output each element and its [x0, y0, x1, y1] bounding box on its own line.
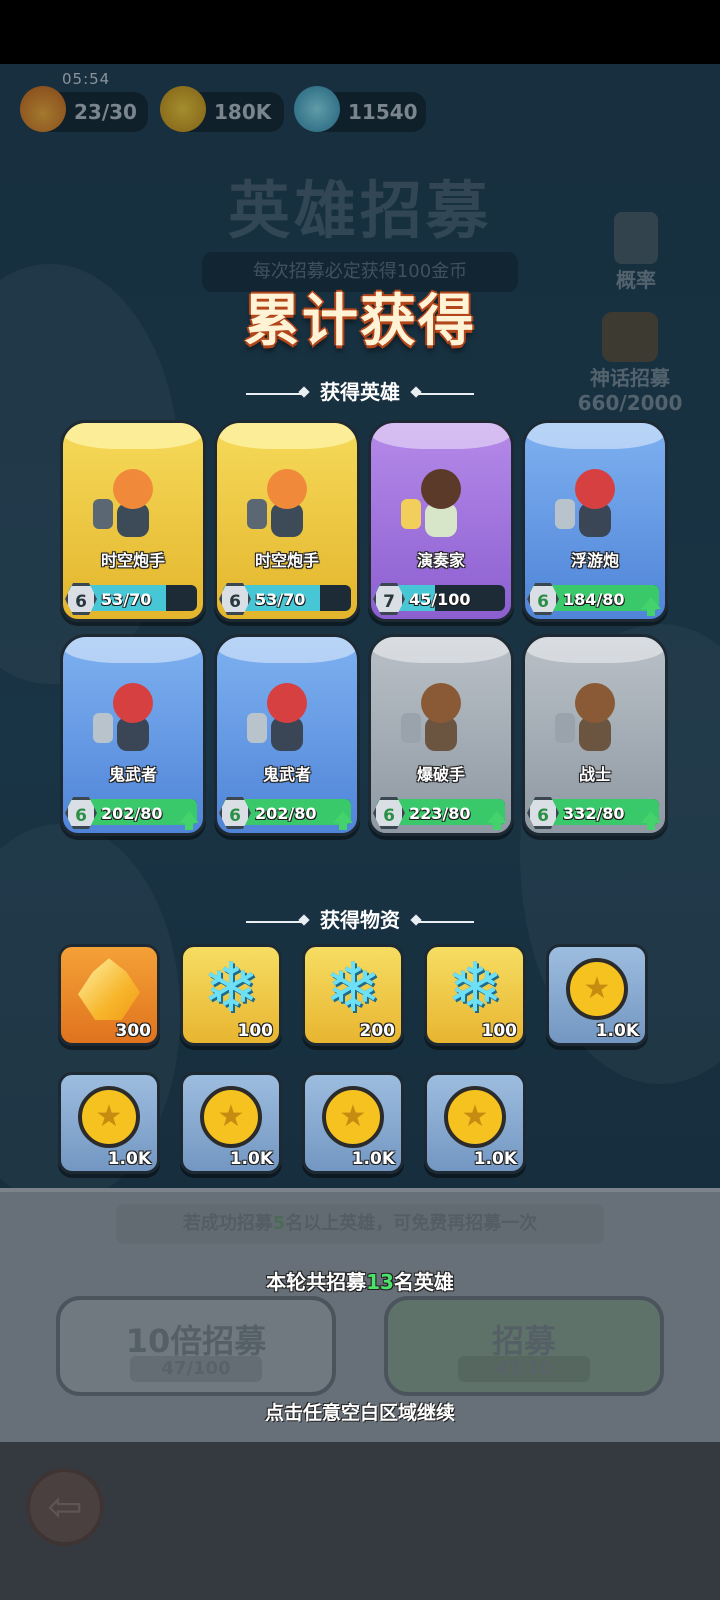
- hero-name: 爆破手: [416, 765, 465, 784]
- divider-decoration: [246, 392, 306, 395]
- hero-name: 浮游炮: [570, 551, 619, 570]
- item-quantity: 1.0K: [351, 1149, 395, 1169]
- blue-crystal-icon: ❄: [324, 949, 382, 1029]
- hero-card[interactable]: 爆破手 6 223/80: [368, 634, 514, 836]
- card-frost-decoration: [63, 423, 203, 449]
- blue-crystal-icon: ❄: [446, 949, 504, 1029]
- hero-name: 鬼武者: [262, 765, 311, 784]
- item-quantity: 300: [115, 1021, 152, 1041]
- hero-portrait: [93, 683, 167, 757]
- upgrade-arrow-icon: [487, 811, 507, 830]
- reward-item[interactable]: ❄ 200: [302, 944, 404, 1046]
- hero-shard-count: 53/70: [101, 590, 152, 609]
- reward-item[interactable]: ★ 1.0K: [424, 1072, 526, 1174]
- heroes-section-header: 获得英雄: [0, 376, 720, 405]
- reward-item[interactable]: ★ 1.0K: [302, 1072, 404, 1174]
- divider-decoration: [246, 920, 306, 923]
- hero-card[interactable]: 演奏家 7 45/100: [368, 420, 514, 622]
- gold-coin-icon: ★: [566, 958, 628, 1021]
- gold-coin-icon: ★: [200, 1086, 262, 1149]
- hero-shard-count: 45/100: [409, 590, 471, 609]
- upgrade-arrow-icon: [179, 811, 199, 830]
- reward-item[interactable]: ★ 1.0K: [546, 944, 648, 1046]
- hero-shard-count: 223/80: [409, 804, 471, 823]
- hero-portrait: [247, 469, 321, 543]
- hero-name: 战士: [578, 765, 611, 784]
- card-frost-decoration: [525, 423, 665, 449]
- hero-name: 演奏家: [416, 551, 465, 570]
- hero-portrait: [555, 469, 629, 543]
- card-frost-decoration: [371, 423, 511, 449]
- upgrade-arrow-icon: [641, 811, 661, 830]
- hero-card[interactable]: 时空炮手 6 53/70: [60, 420, 206, 622]
- hero-shard-count: 184/80: [563, 590, 625, 609]
- items-section-header: 获得物资: [0, 904, 720, 933]
- card-frost-decoration: [63, 637, 203, 663]
- item-quantity: 1.0K: [107, 1149, 151, 1169]
- reward-item[interactable]: 300: [58, 944, 160, 1046]
- hero-name: 时空炮手: [100, 551, 165, 570]
- item-quantity: 1.0K: [473, 1149, 517, 1169]
- hero-portrait: [401, 469, 475, 543]
- hero-card[interactable]: 鬼武者 6 202/80: [214, 634, 360, 836]
- item-quantity: 100: [237, 1021, 274, 1041]
- gold-coin-icon: ★: [78, 1086, 140, 1149]
- hero-portrait: [93, 469, 167, 543]
- blue-crystal-icon: ❄: [202, 949, 260, 1029]
- hero-card[interactable]: 战士 6 332/80: [522, 634, 668, 836]
- gold-coin-icon: ★: [444, 1086, 506, 1149]
- hero-shard-count: 202/80: [101, 804, 163, 823]
- card-frost-decoration: [217, 423, 357, 449]
- hero-portrait: [247, 683, 321, 757]
- hero-name: 时空炮手: [254, 551, 319, 570]
- item-quantity: 1.0K: [229, 1149, 273, 1169]
- divider-decoration: [414, 392, 474, 395]
- card-frost-decoration: [217, 637, 357, 663]
- card-frost-decoration: [525, 637, 665, 663]
- reward-item[interactable]: ★ 1.0K: [58, 1072, 160, 1174]
- reward-item[interactable]: ❄ 100: [180, 944, 282, 1046]
- hero-card[interactable]: 时空炮手 6 53/70: [214, 420, 360, 622]
- hero-shard-count: 53/70: [255, 590, 306, 609]
- gold-coin-icon: ★: [322, 1086, 384, 1149]
- item-quantity: 100: [481, 1021, 518, 1041]
- upgrade-arrow-icon: [333, 811, 353, 830]
- hero-name: 鬼武者: [108, 765, 157, 784]
- hero-portrait: [555, 683, 629, 757]
- tap-to-continue-hint: 点击任意空白区域继续: [264, 1402, 455, 1424]
- divider-decoration: [414, 920, 474, 923]
- hero-portrait: [401, 683, 475, 757]
- hero-shard-count: 202/80: [255, 804, 317, 823]
- item-quantity: 1.0K: [595, 1021, 639, 1041]
- gold-crystal-icon: [78, 958, 140, 1021]
- item-quantity: 200: [359, 1021, 396, 1041]
- hero-card[interactable]: 鬼武者 6 202/80: [60, 634, 206, 836]
- result-title: 累计获得: [244, 289, 476, 354]
- hero-card[interactable]: 浮游炮 6 184/80: [522, 420, 668, 622]
- recruit-summary: 本轮共招募13名英雄: [266, 1270, 454, 1294]
- hero-shard-count: 332/80: [563, 804, 625, 823]
- card-frost-decoration: [371, 637, 511, 663]
- reward-item[interactable]: ❄ 100: [424, 944, 526, 1046]
- upgrade-arrow-icon: [641, 597, 661, 616]
- reward-item[interactable]: ★ 1.0K: [180, 1072, 282, 1174]
